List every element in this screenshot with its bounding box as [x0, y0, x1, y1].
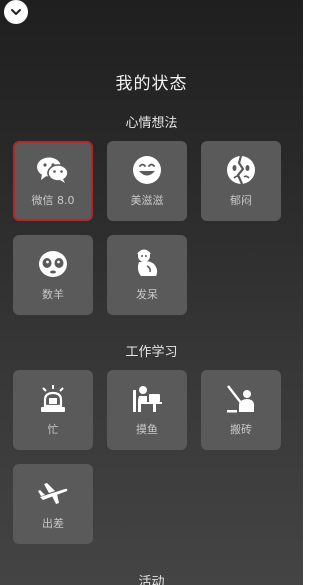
chevron-down-icon — [11, 9, 21, 15]
status-tile-wechat[interactable]: 微信 8.0 — [13, 141, 93, 221]
page-title: 我的状态 — [115, 74, 188, 94]
tile-label: 微信 8.0 — [31, 194, 75, 207]
collapse-button[interactable] — [4, 0, 28, 24]
airplane-icon — [38, 483, 68, 504]
desk-person-icon — [133, 386, 162, 412]
tile-label: 搬砖 — [230, 423, 252, 436]
status-tile-busy[interactable]: 忙 — [13, 370, 93, 450]
status-tile-brick-moving[interactable]: 搬砖 — [201, 370, 281, 450]
status-tile-business-trip[interactable]: 出差 — [13, 464, 93, 544]
status-tile-slacking[interactable]: 摸鱼 — [107, 370, 187, 450]
tile-label: 郁闷 — [230, 194, 252, 207]
tile-label: 美滋滋 — [130, 194, 164, 207]
status-tile-daze[interactable]: 发呆 — [107, 235, 187, 315]
status-tile-counting-sheep[interactable]: 数羊 — [13, 235, 93, 315]
sheep-icon — [39, 251, 67, 277]
gloomy-face-icon — [227, 155, 255, 185]
tile-label: 发呆 — [136, 288, 158, 301]
tile-label: 摸鱼 — [136, 423, 158, 436]
status-panel: 我的状态 心情想法 微信 8.0 美滋滋 郁闷 数羊 发呆 工作学习 忙 摸鱼 … — [0, 0, 303, 585]
status-tile-gloomy[interactable]: 郁闷 — [201, 141, 281, 221]
tile-label: 数羊 — [42, 288, 64, 301]
tile-label: 出差 — [42, 517, 64, 530]
wechat-icon — [37, 157, 69, 183]
alarm-light-icon — [41, 385, 65, 412]
section-heading-work: 工作学习 — [125, 345, 178, 360]
section-heading-mood: 心情想法 — [125, 116, 178, 131]
tile-label: 忙 — [47, 423, 59, 436]
daze-figure-icon — [137, 249, 158, 276]
status-tile-happy[interactable]: 美滋滋 — [107, 141, 187, 221]
worker-icon — [227, 385, 254, 413]
smiley-icon — [133, 156, 161, 184]
section-heading-activity: 活动 — [138, 575, 165, 585]
